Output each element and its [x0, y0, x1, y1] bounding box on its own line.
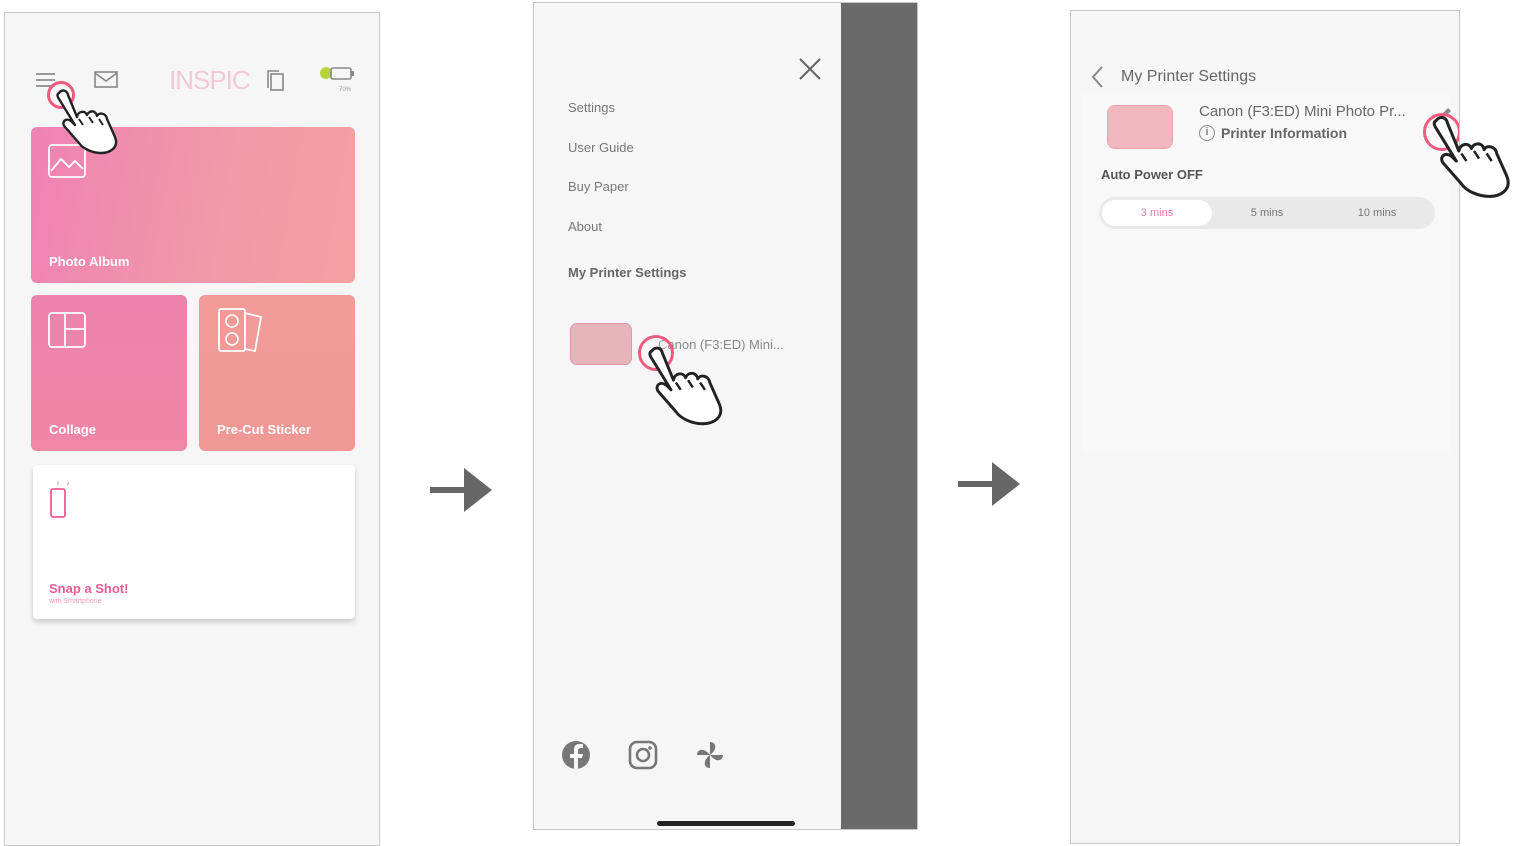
info-icon: i [1199, 125, 1215, 141]
my-printer-settings-heading: My Printer Settings [568, 265, 687, 280]
print-queue-icon[interactable] [265, 69, 287, 93]
side-menu-screen: Settings User Guide Buy Paper About My P… [533, 2, 918, 830]
close-icon[interactable] [798, 57, 822, 81]
snap-a-shot-subtitle: with Smartphone [49, 598, 102, 605]
option-10-mins[interactable]: 10 mins [1322, 200, 1432, 226]
snap-a-shot-tile[interactable]: Snap a Shot! with Smartphone [33, 465, 355, 619]
battery-text: 70% [339, 87, 352, 93]
pointing-hand-icon [1432, 116, 1510, 198]
facebook-icon[interactable] [560, 739, 592, 771]
printer-thumbnail [1107, 105, 1173, 149]
printer-information-link[interactable]: i Printer Information [1199, 125, 1347, 141]
home-indicator [657, 821, 795, 826]
home-screen: INSPIC 70% Photo Album Collage Pre-Cut S… [4, 12, 380, 846]
printer-information-label: Printer Information [1221, 125, 1348, 141]
collage-icon [48, 312, 86, 348]
printer-settings-screen: My Printer Settings Canon (F3:ED) Mini P… [1070, 10, 1460, 844]
printer-thumbnail[interactable] [570, 323, 632, 365]
option-3-mins[interactable]: 3 mins [1102, 200, 1212, 226]
pinwheel-icon[interactable] [694, 739, 726, 771]
collage-label: Collage [49, 422, 96, 437]
pre-cut-sticker-tile[interactable]: Pre-Cut Sticker [199, 295, 355, 451]
auto-power-off-selector: 3 mins 5 mins 10 mins [1099, 197, 1435, 229]
menu-item-buy-paper[interactable]: Buy Paper [568, 179, 629, 194]
back-chevron-icon[interactable] [1089, 65, 1107, 89]
photo-album-label: Photo Album [49, 254, 130, 269]
dim-overlay[interactable] [841, 3, 917, 829]
collage-tile[interactable]: Collage [31, 295, 187, 451]
pre-cut-sticker-label: Pre-Cut Sticker [217, 422, 311, 437]
pointing-hand-icon [56, 89, 118, 155]
snap-a-shot-label: Snap a Shot! [49, 581, 129, 596]
pointing-hand-icon [648, 346, 723, 426]
sticker-icon [218, 308, 263, 353]
menu-item-settings[interactable]: Settings [568, 100, 615, 115]
instagram-icon[interactable] [627, 739, 659, 771]
smartphone-icon [50, 481, 70, 518]
option-5-mins[interactable]: 5 mins [1212, 200, 1322, 226]
menu-item-user-guide[interactable]: User Guide [568, 140, 634, 155]
printer-battery-icon[interactable] [317, 65, 357, 85]
arrow-right-icon [958, 462, 1020, 506]
app-logo: INSPIC [169, 65, 251, 95]
menu-item-about[interactable]: About [568, 219, 602, 234]
printer-name: Canon (F3:ED) Mini Photo Pr... [1199, 103, 1406, 120]
page-title: My Printer Settings [1121, 68, 1257, 85]
arrow-right-icon [430, 468, 492, 512]
auto-power-off-label: Auto Power OFF [1101, 167, 1203, 182]
